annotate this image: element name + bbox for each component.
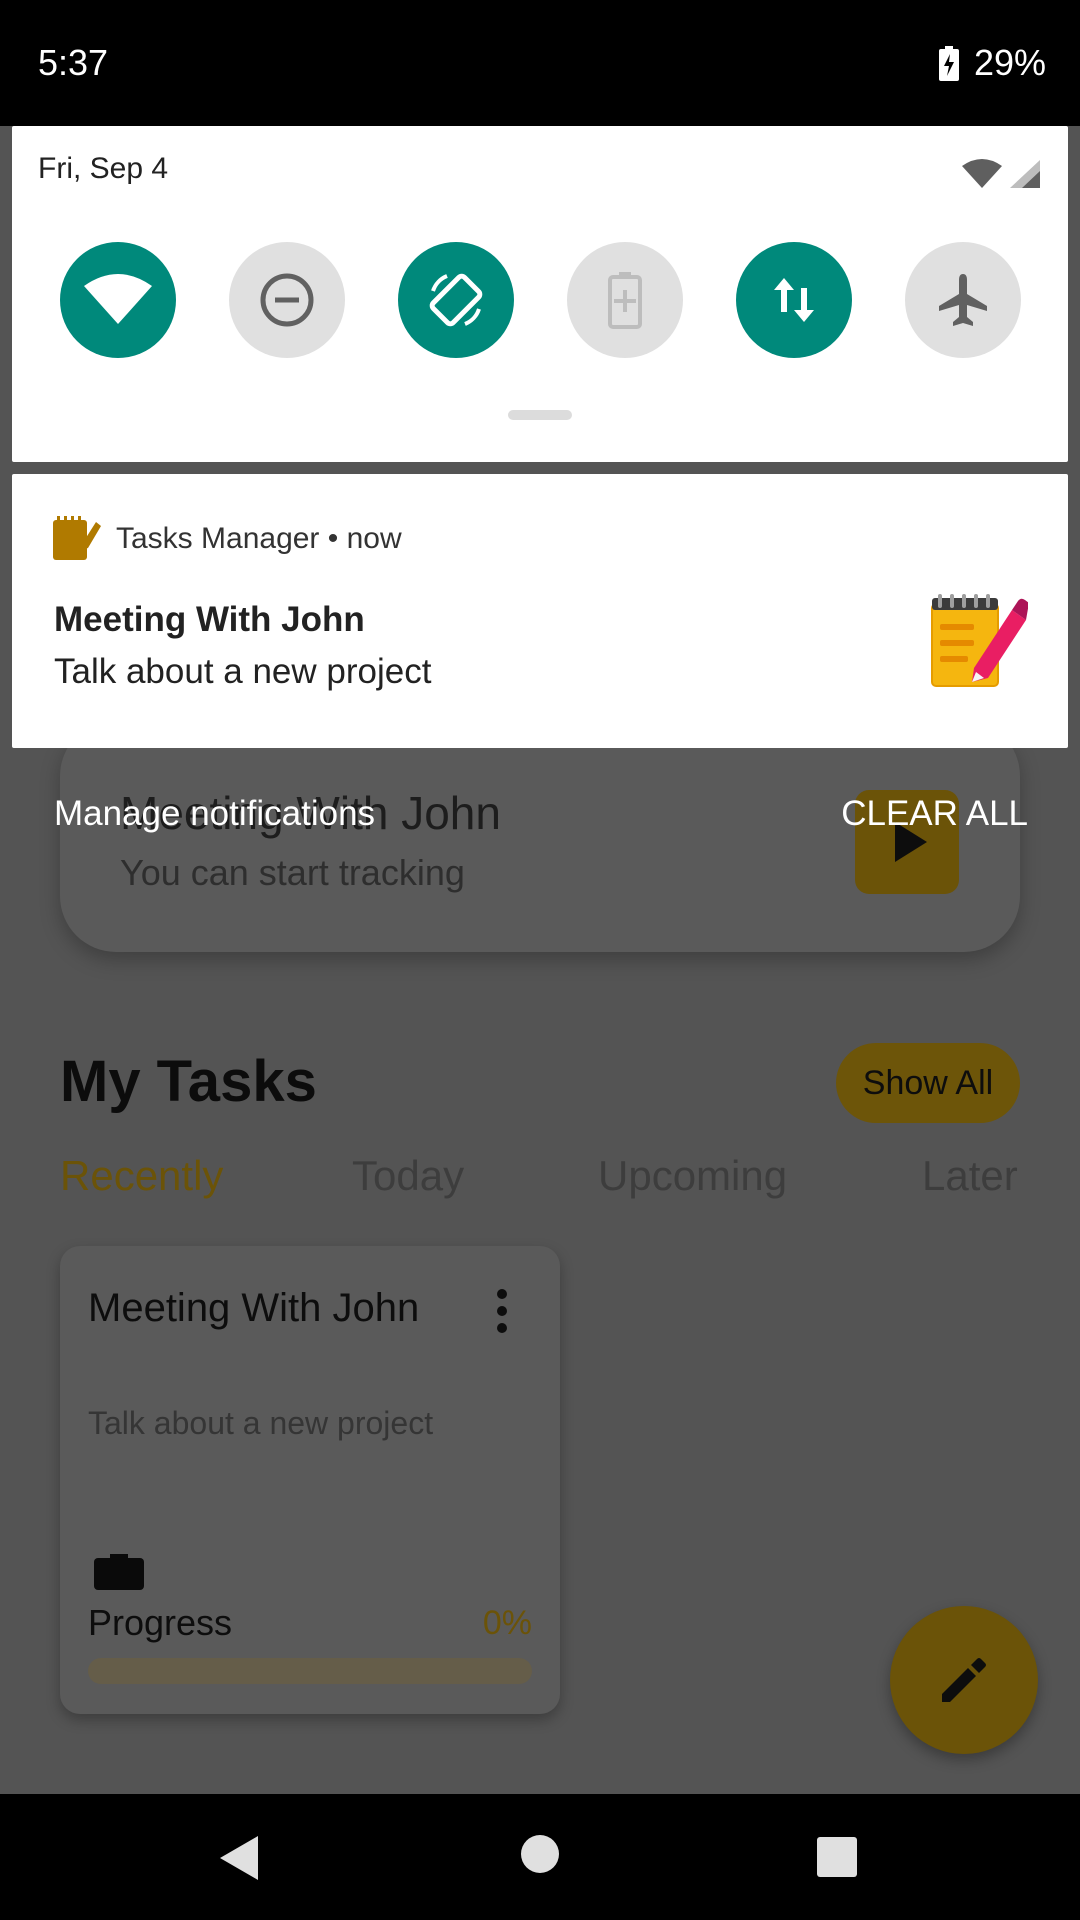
battery-percent: 29% <box>974 42 1047 83</box>
notification-text: Talk about a new project <box>54 652 432 691</box>
manage-notifications-button[interactable]: Manage notifications <box>54 794 375 834</box>
show-all-button[interactable]: Show All <box>836 1043 1020 1123</box>
status-bar <box>0 0 1080 126</box>
back-icon[interactable] <box>218 1834 262 1887</box>
briefcase-icon <box>92 1546 146 1592</box>
progress-bar <box>88 1658 532 1684</box>
mobile-data-icon <box>774 278 814 322</box>
airplane-icon <box>939 274 987 326</box>
tab-recently[interactable]: Recently <box>60 1152 223 1200</box>
status-time: 5:37 <box>38 42 109 83</box>
notepad-app-icon <box>52 514 102 562</box>
qs-tile-battery-saver[interactable] <box>567 242 683 358</box>
clear-all-button[interactable]: CLEAR ALL <box>841 794 1028 834</box>
battery-charging-icon <box>938 46 960 82</box>
progress-value: 0% <box>482 1604 532 1642</box>
qs-expand-handle[interactable] <box>508 410 572 420</box>
recents-icon[interactable] <box>816 1836 858 1883</box>
task-description: Talk about a new project <box>88 1405 434 1441</box>
tab-upcoming[interactable]: Upcoming <box>598 1152 787 1200</box>
more-vert-icon[interactable] <box>492 1286 512 1336</box>
qs-tile-dnd[interactable] <box>229 242 345 358</box>
home-icon[interactable] <box>520 1834 560 1879</box>
auto-rotate-icon <box>429 273 483 327</box>
do-not-disturb-icon <box>260 273 314 327</box>
task-title: Meeting With John <box>88 1286 420 1330</box>
current-task-subtitle: You can start tracking <box>120 852 465 893</box>
qs-tile-airplane[interactable] <box>905 242 1021 358</box>
cell-signal-icon <box>1008 158 1042 195</box>
tab-later[interactable]: Later <box>922 1152 1018 1200</box>
notification-title: Meeting With John <box>54 600 365 639</box>
qs-tile-mobile-data[interactable] <box>736 242 852 358</box>
progress-label: Progress <box>88 1602 233 1643</box>
qs-tile-wifi[interactable] <box>60 242 176 358</box>
wifi-icon <box>84 274 152 324</box>
notepad-large-icon <box>928 594 1029 690</box>
add-task-button[interactable] <box>890 1606 1038 1754</box>
qs-tile-rotate[interactable] <box>398 242 514 358</box>
section-title: My Tasks <box>60 1049 317 1114</box>
notification-app-label: Tasks Manager • now <box>116 522 402 555</box>
battery-saver-icon <box>608 272 642 329</box>
wifi-signal-icon <box>960 158 1004 195</box>
qs-date[interactable]: Fri, Sep 4 <box>38 152 168 186</box>
pencil-icon <box>942 1658 986 1702</box>
tab-today[interactable]: Today <box>352 1152 464 1200</box>
